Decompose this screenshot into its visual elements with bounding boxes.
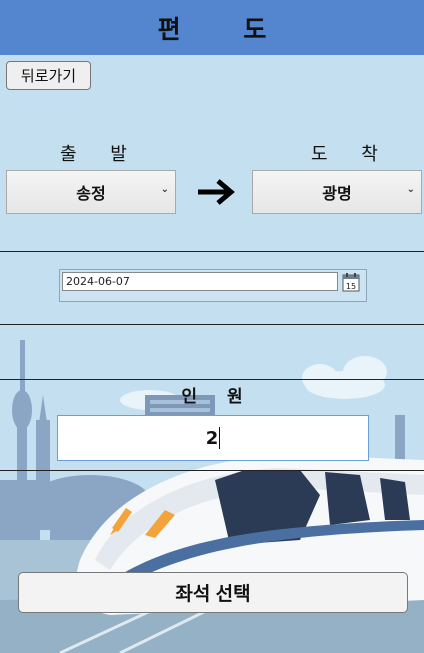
chevron-down-icon: ⌄ (160, 184, 169, 195)
arrival-value: 광명 (322, 184, 352, 203)
back-button[interactable]: 뒤로가기 (6, 61, 91, 90)
divider (0, 324, 424, 325)
divider (0, 251, 424, 252)
departure-label: 출 발 (60, 144, 141, 165)
background-illustration (0, 0, 424, 653)
divider (0, 470, 424, 471)
arrival-select[interactable]: 광명 ⌄ (252, 170, 422, 214)
date-picker[interactable]: 2024-06-07 15 (59, 269, 367, 302)
svg-text:15: 15 (346, 282, 356, 291)
departure-value: 송정 (76, 184, 106, 203)
text-caret (219, 427, 221, 449)
select-seat-button[interactable]: 좌석 선택 (18, 572, 408, 613)
people-input[interactable]: 2 (57, 415, 369, 461)
right-arrow-icon (198, 179, 235, 205)
arrival-label: 도 착 (311, 144, 392, 165)
chevron-down-icon: ⌄ (406, 184, 415, 195)
date-input[interactable]: 2024-06-07 (62, 272, 338, 291)
page-title: 편 도 (157, 14, 294, 44)
calendar-icon[interactable]: 15 (342, 272, 360, 292)
people-label: 인 원 (181, 387, 255, 407)
departure-select[interactable]: 송정 ⌄ (6, 170, 176, 214)
people-value: 2 (205, 427, 219, 449)
divider (0, 379, 424, 380)
page-header: 편 도 (0, 0, 424, 55)
